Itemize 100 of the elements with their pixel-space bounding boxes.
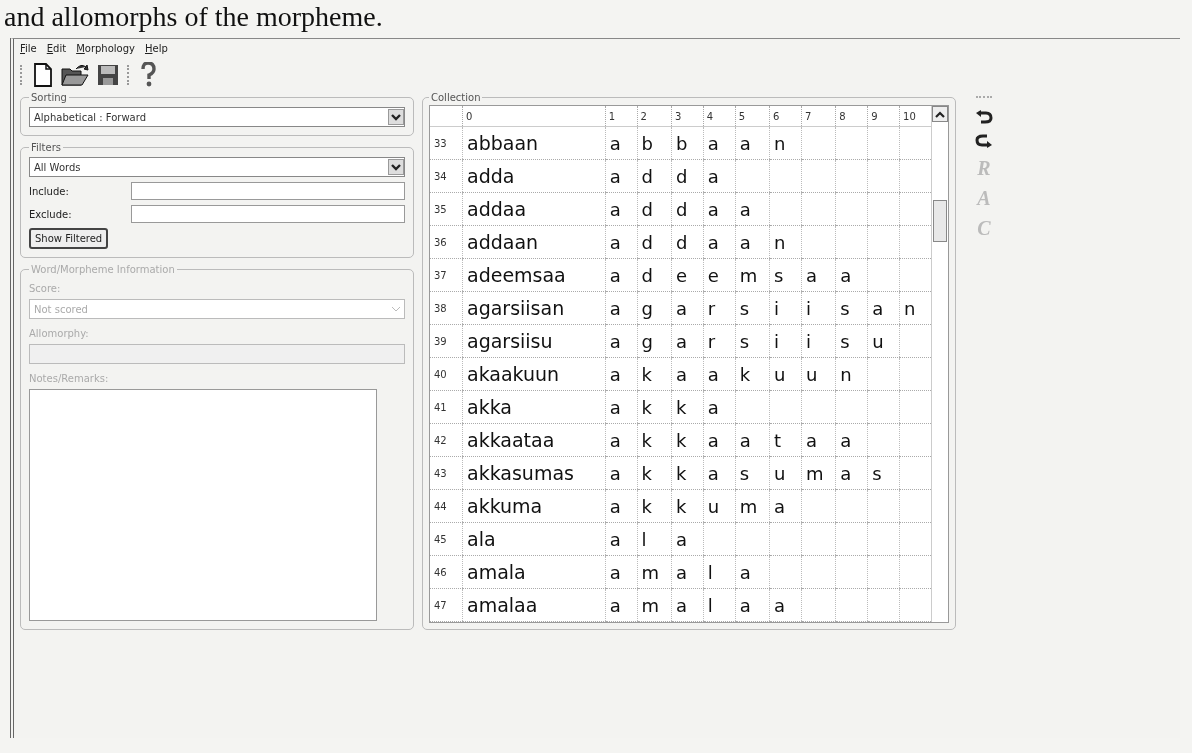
page-caption: and allomorphs of the morpheme. <box>3 0 383 34</box>
menu-item[interactable]: Morphology <box>76 43 135 54</box>
table-cell: a <box>801 258 836 292</box>
table-cell: l <box>703 555 736 589</box>
table-cell: a <box>605 159 638 193</box>
table-cell: akka <box>462 390 606 424</box>
table-cell: a <box>703 159 736 193</box>
table-cell: s <box>867 456 900 490</box>
scroll-up-icon[interactable] <box>932 106 948 122</box>
table-cell: a <box>835 456 868 490</box>
table-cell: a <box>605 225 638 259</box>
column-header[interactable]: 10 <box>899 106 931 127</box>
folder-icon[interactable] <box>61 63 89 87</box>
column-header[interactable]: 2 <box>637 106 672 127</box>
column-header[interactable]: 1 <box>605 106 638 127</box>
include-field[interactable] <box>131 182 405 200</box>
table-cell: d <box>671 225 704 259</box>
table-cell: n <box>899 291 931 325</box>
column-header[interactable]: 8 <box>835 106 868 127</box>
column-header[interactable]: 7 <box>801 106 836 127</box>
menu-item[interactable]: Edit <box>46 43 67 54</box>
column-header[interactable]: 0 <box>462 106 606 127</box>
table-cell: a <box>735 192 770 226</box>
table-cell: k <box>637 390 672 424</box>
field-label: Notes/Remarks: <box>29 373 110 384</box>
table-cell: m <box>735 489 770 523</box>
redo-icon[interactable] <box>975 134 993 148</box>
table-cell: u <box>703 489 736 523</box>
table-cell: n <box>769 126 802 160</box>
table-cell: i <box>769 324 802 358</box>
table-cell: d <box>637 192 672 226</box>
show-filtered-button[interactable]: Show Filtered <box>29 228 109 249</box>
table-cell: d <box>637 258 672 292</box>
column-header[interactable]: 3 <box>671 106 704 127</box>
row-number: 33 <box>430 126 463 160</box>
table-cell: a <box>769 588 802 622</box>
table-cell: akkaataa <box>462 423 606 457</box>
row-number: 43 <box>430 456 463 490</box>
exclude-field[interactable] <box>131 205 405 223</box>
table-cell: g <box>637 324 672 358</box>
table-cell: e <box>703 258 736 292</box>
table-cell: k <box>735 357 770 391</box>
table-cell: a <box>801 423 836 457</box>
table-cell: a <box>671 324 704 358</box>
table-cell: k <box>637 357 672 391</box>
table-cell: a <box>605 390 638 424</box>
column-header[interactable]: 6 <box>769 106 802 127</box>
table-cell: ala <box>462 522 606 556</box>
table-cell: amalaa <box>462 588 606 622</box>
table-cell: k <box>671 390 704 424</box>
table-cell: a <box>605 357 638 391</box>
column-header[interactable]: 4 <box>703 106 736 127</box>
table-cell: l <box>703 588 736 622</box>
table-cell: a <box>735 126 770 160</box>
table-cell: e <box>671 258 704 292</box>
table-cell: a <box>605 192 638 226</box>
row-number: 36 <box>430 225 463 259</box>
table-cell: k <box>637 489 672 523</box>
help-icon[interactable] <box>140 62 156 88</box>
table-cell: a <box>867 291 900 325</box>
table-cell: s <box>735 324 770 358</box>
table-cell: s <box>835 291 868 325</box>
table-cell: d <box>671 192 704 226</box>
table-cell: k <box>671 489 704 523</box>
table-cell: a <box>703 192 736 226</box>
table-cell: s <box>735 456 770 490</box>
table-cell: agarsiisu <box>462 324 606 358</box>
scroll-thumb[interactable] <box>933 200 947 242</box>
menu-item[interactable]: File <box>20 43 37 54</box>
row-number: 40 <box>430 357 463 391</box>
group-title: Filters <box>30 142 62 153</box>
table-cell: s <box>835 324 868 358</box>
table-cell: akkuma <box>462 489 606 523</box>
table-cell: agarsiisan <box>462 291 606 325</box>
table-cell: a <box>605 291 638 325</box>
table-cell: k <box>637 423 672 457</box>
table-cell: a <box>671 555 704 589</box>
scrollbar[interactable] <box>931 106 948 622</box>
table-cell: u <box>801 357 836 391</box>
column-header[interactable]: 9 <box>867 106 900 127</box>
table-cell: a <box>735 555 770 589</box>
table-cell: u <box>867 324 900 358</box>
undo-icon[interactable] <box>975 110 993 124</box>
table-cell: l <box>637 522 672 556</box>
table-cell: addaan <box>462 225 606 259</box>
table-cell: u <box>769 357 802 391</box>
column-header[interactable]: 5 <box>735 106 770 127</box>
table-cell: akkasumas <box>462 456 606 490</box>
table-cell: a <box>735 588 770 622</box>
sorting-dropdown[interactable]: Alphabetical : Forward <box>29 107 405 127</box>
new-file-icon[interactable] <box>33 63 53 87</box>
menu-item[interactable]: Help <box>144 43 168 54</box>
filter-dropdown[interactable]: All Words <box>29 157 405 177</box>
row-number: 34 <box>430 159 463 193</box>
table-cell: a <box>835 423 868 457</box>
field-label: Exclude: <box>29 208 73 220</box>
row-number: 41 <box>430 390 463 424</box>
group-title: Sorting <box>30 92 68 103</box>
table-cell: adda <box>462 159 606 193</box>
table-cell: r <box>703 324 736 358</box>
